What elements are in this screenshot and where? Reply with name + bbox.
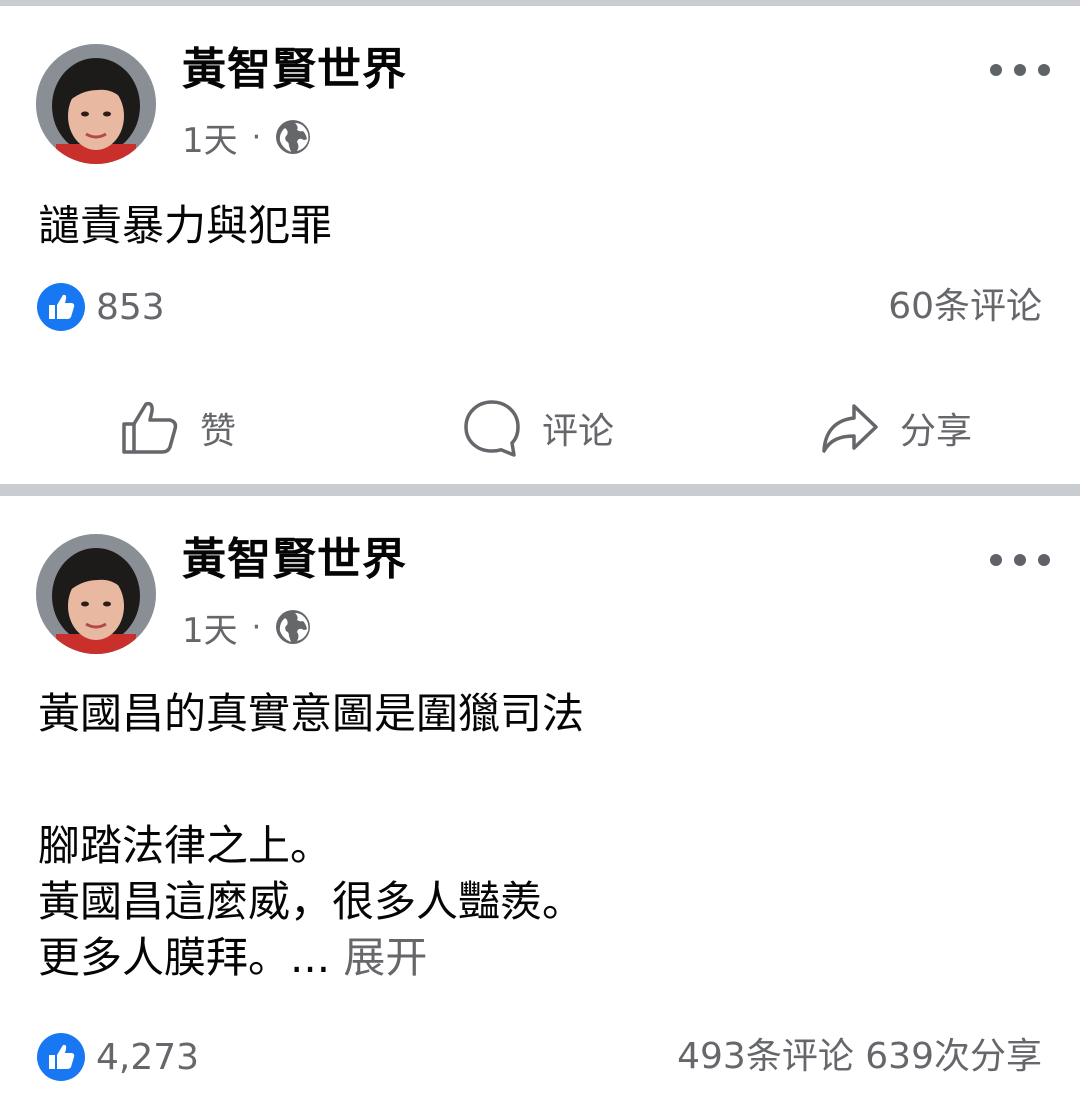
shares-count[interactable]: 639次分享 (865, 1036, 1042, 1077)
share-button[interactable]: 分享 (820, 386, 972, 470)
post-text-line: 腳踏法律之上。 (38, 821, 333, 870)
author-avatar[interactable] (36, 534, 156, 654)
feed-post: 黃智賢世界 1天 · 黃國昌的真實意圖是圍獵司法 腳踏法律之上。 黃國昌這麼威，… (0, 496, 1080, 1116)
author-name[interactable]: 黃智賢世界 (182, 532, 407, 588)
thumbs-up-icon (122, 401, 178, 454)
post-body: 黃國昌的真實意圖是圍獵司法 腳踏法律之上。 黃國昌這麼威，很多人豔羨。 更多人膜… (38, 686, 584, 986)
like-reaction-icon (37, 283, 85, 331)
meta-separator: · (251, 609, 262, 645)
engagement-stats: 493条评论 639次分享 (677, 1032, 1042, 1082)
globe-icon (275, 119, 311, 155)
share-arrow-icon (822, 404, 878, 453)
more-dot-icon (1038, 554, 1050, 566)
author-name[interactable]: 黃智賢世界 (182, 42, 407, 98)
post-actions-bar: 赞 评论 分享 (0, 386, 1080, 470)
reactions-summary[interactable]: 853 (36, 282, 165, 332)
more-options-button[interactable] (990, 540, 1050, 580)
feed-post: 黃智賢世界 1天 · 譴責暴力與犯罪 853 60条评论 赞 评论 分享 (0, 6, 1080, 484)
comment-bubble-icon (464, 400, 520, 457)
more-options-button[interactable] (990, 50, 1050, 90)
see-more-link[interactable]: 展开 (343, 933, 427, 982)
reactions-count: 4,273 (96, 1036, 200, 1078)
more-dot-icon (1014, 64, 1026, 76)
author-avatar[interactable] (36, 44, 156, 164)
like-reaction-icon (37, 1033, 85, 1081)
post-text-fragment: 更多人膜拜。... (38, 933, 331, 982)
post-text-line: 譴責暴力與犯罪 (38, 201, 333, 250)
comments-count[interactable]: 493条评论 (677, 1036, 854, 1077)
comment-button[interactable]: 评论 (462, 386, 614, 470)
comment-label: 评论 (542, 411, 615, 452)
share-label: 分享 (900, 411, 973, 452)
reactions-summary[interactable]: 4,273 (36, 1032, 199, 1082)
more-dot-icon (1014, 554, 1026, 566)
post-time[interactable]: 1天 (182, 603, 238, 652)
like-label: 赞 (200, 411, 237, 452)
post-body: 譴責暴力與犯罪 (38, 198, 332, 254)
post-meta: 1天 · (182, 112, 311, 162)
post-time[interactable]: 1天 (182, 113, 238, 162)
post-text-line: 黃國昌的真實意圖是圍獵司法 (38, 689, 585, 738)
post-text-blank-line (38, 742, 584, 818)
globe-icon (275, 609, 311, 645)
more-dot-icon (1038, 64, 1050, 76)
reactions-count: 853 (96, 286, 165, 328)
post-text-line: 更多人膜拜。... 展开 (38, 930, 584, 986)
post-text-line: 黃國昌這麼威，很多人豔羨。 (38, 877, 585, 926)
more-dot-icon (990, 554, 1002, 566)
post-meta: 1天 · (182, 602, 311, 652)
meta-separator: · (251, 119, 262, 155)
more-dot-icon (990, 64, 1002, 76)
like-button[interactable]: 赞 (120, 386, 236, 470)
comments-count[interactable]: 60条评论 (888, 282, 1042, 332)
